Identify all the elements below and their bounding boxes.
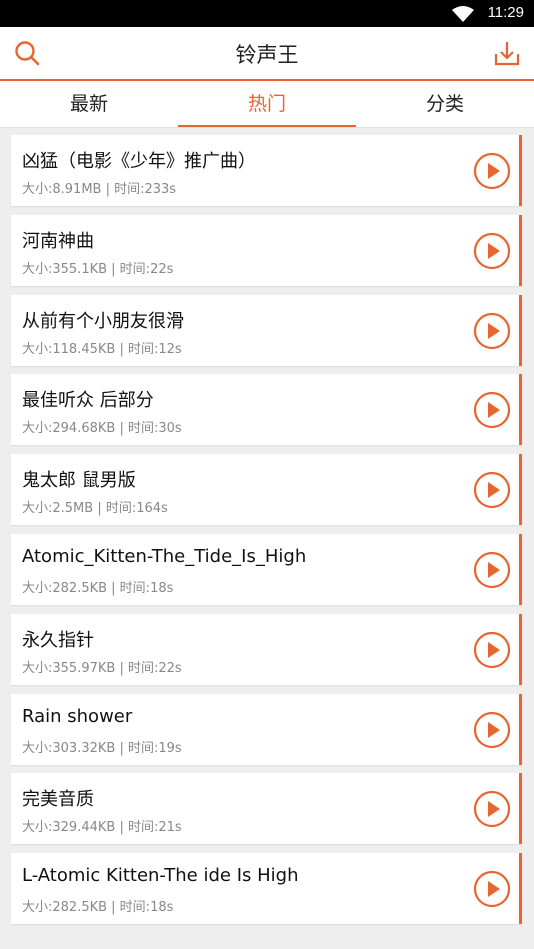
list-item[interactable]: 永久指针大小:355.97KB | 时间:22s [11, 613, 522, 685]
download-icon[interactable] [494, 40, 520, 66]
song-meta: 大小:118.45KB | 时间:12s [22, 341, 182, 357]
status-bar: 11:29 [0, 0, 534, 27]
song-meta: 大小:282.5KB | 时间:18s [22, 581, 174, 596]
song-title: Atomic_Kitten-The_Tide_Is_High [22, 546, 307, 567]
play-icon[interactable] [473, 312, 511, 350]
list-item[interactable]: 最佳听众 后部分大小:294.68KB | 时间:30s [11, 374, 522, 446]
tab-category[interactable]: 分类 [356, 81, 534, 127]
song-meta: 大小:329.44KB | 时间:21s [22, 820, 182, 836]
tab-bar: 最新 热门 分类 [0, 81, 534, 128]
list-item[interactable]: 完美音质大小:329.44KB | 时间:21s [11, 773, 522, 845]
song-meta: 大小:8.91MB | 时间:233s [22, 182, 177, 197]
song-title: 最佳听众 后部分 [22, 390, 154, 412]
song-meta: 大小:355.1KB | 时间:22s [22, 261, 174, 277]
play-icon[interactable] [473, 711, 511, 749]
song-title: Rain shower [22, 705, 133, 727]
song-title: L-Atomic Kitten-The ide Is High [22, 865, 299, 887]
song-title: 鬼太郎 鼠男版 [22, 470, 136, 492]
play-icon[interactable] [473, 471, 511, 509]
song-title: 完美音质 [22, 789, 94, 811]
play-icon[interactable] [473, 551, 511, 589]
list-item[interactable]: Atomic_Kitten-The_Tide_Is_High 大小:282.5KB… [11, 534, 522, 605]
list-item[interactable]: 凶猛（电影《少年》推广曲） 大小:8.91MB | 时间:233s [11, 135, 522, 206]
song-title: 永久指针 [22, 629, 94, 651]
page-title: 铃声王 [235, 43, 299, 67]
app-bar: 铃声王 [0, 27, 534, 81]
song-meta: 大小:282.5KB | 时间:18s [22, 900, 174, 916]
play-icon[interactable] [473, 870, 511, 908]
song-meta: 大小:294.68KB | 时间:30s [22, 421, 182, 437]
song-title: 凶猛（电影《少年》推广曲） [22, 151, 256, 172]
play-icon[interactable] [473, 391, 511, 429]
song-title: 河南神曲 [22, 230, 94, 252]
list-item[interactable]: 从前有个小朋友很滑大小:118.45KB | 时间:12s [11, 294, 522, 366]
play-icon[interactable] [473, 790, 511, 828]
list-item[interactable]: 鬼太郎 鼠男版大小:2.5MB | 时间:164s [11, 454, 522, 526]
song-title: 从前有个小朋友很滑 [22, 310, 184, 332]
play-icon[interactable] [473, 631, 511, 669]
song-meta: 大小:303.32KB | 时间:19s [22, 740, 182, 756]
play-icon[interactable] [473, 152, 511, 190]
wifi-icon [452, 6, 474, 22]
list-item[interactable]: Rain shower 大小:303.32KB | 时间:19s [11, 693, 522, 765]
tab-popular[interactable]: 热门 [178, 81, 356, 127]
tab-latest[interactable]: 最新 [0, 81, 178, 127]
list-item[interactable]: L-Atomic Kitten-The ide Is High 大小:282.5K… [11, 853, 522, 925]
list-item[interactable]: 河南神曲大小:355.1KB | 时间:22s [11, 214, 522, 286]
song-meta: 大小:2.5MB | 时间:164s [22, 501, 168, 517]
song-meta: 大小:355.97KB | 时间:22s [22, 660, 182, 676]
play-icon[interactable] [473, 232, 511, 270]
status-time: 11:29 [487, 4, 524, 21]
